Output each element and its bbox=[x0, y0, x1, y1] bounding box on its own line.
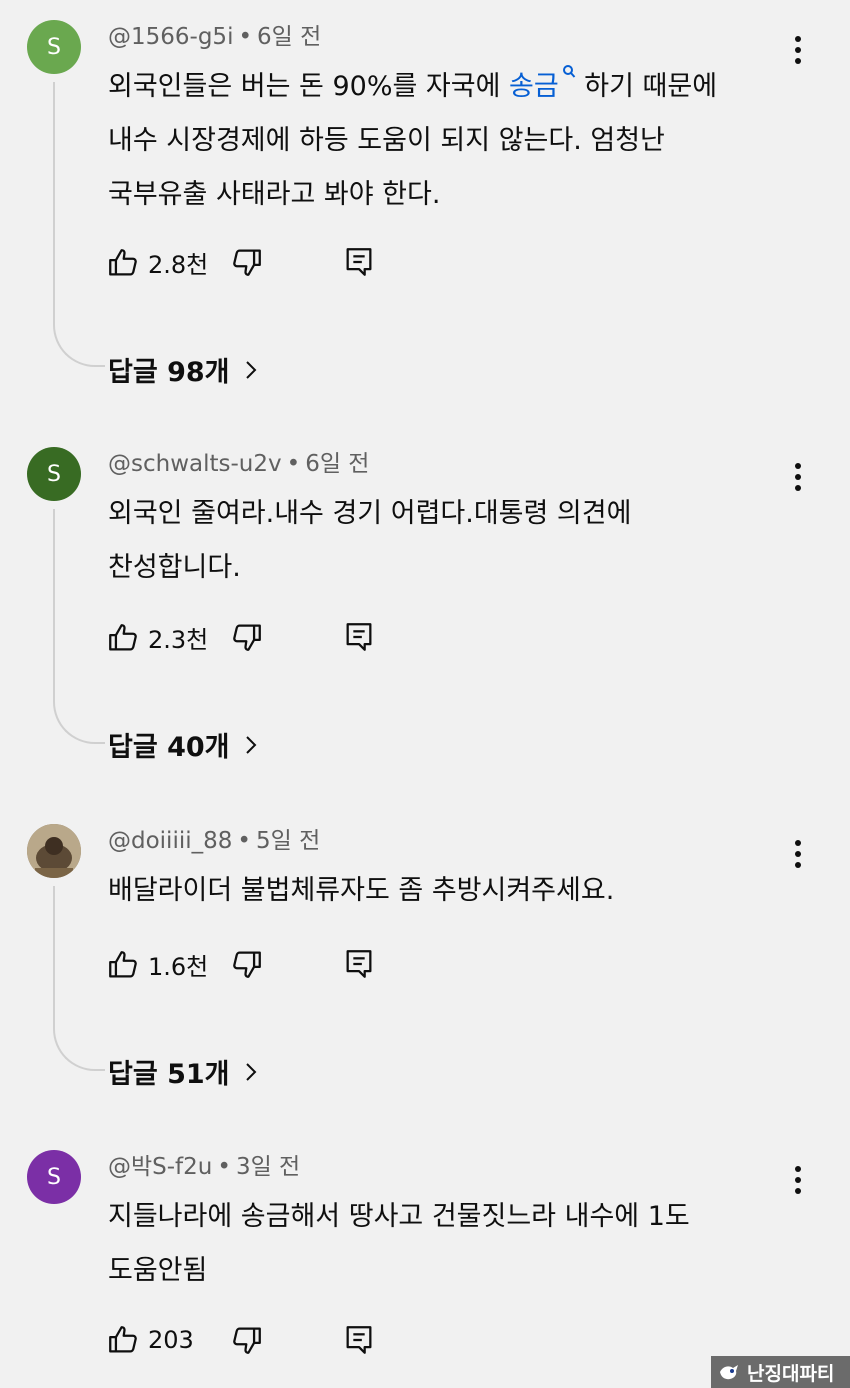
thumbs-up-icon bbox=[109, 950, 137, 977]
comment-text-line: 내수 시장경제에 하등 도움이 되지 않는다. 엄청난 bbox=[108, 125, 665, 156]
comment-time: 3일 전 bbox=[235, 1154, 301, 1180]
thumbs-down-icon bbox=[233, 249, 261, 276]
reply-comment-icon bbox=[346, 623, 372, 651]
comment-time: 6일 전 bbox=[257, 24, 322, 50]
replies-label: 답글 51개 bbox=[108, 1059, 230, 1090]
view-replies-button[interactable]: 답글 51개 bbox=[108, 1052, 258, 1091]
comment-meta: @1566-g5i • 6일 전 bbox=[108, 22, 321, 52]
like-button[interactable]: 2.8천 bbox=[106, 245, 208, 280]
comment-author[interactable]: @박S-f2u bbox=[108, 1154, 212, 1180]
thumbs-down-icon bbox=[233, 951, 261, 978]
comment-meta: @doiiiii_88 • 5일 전 bbox=[108, 826, 320, 856]
thread-line bbox=[53, 509, 105, 744]
comment-text-segment: 하기 때문에 bbox=[575, 71, 718, 102]
dislike-button[interactable] bbox=[230, 245, 264, 279]
avatar[interactable]: S bbox=[27, 20, 81, 74]
reply-comment-icon bbox=[346, 248, 372, 276]
reply-button[interactable] bbox=[342, 1323, 376, 1357]
reply-comment-icon bbox=[346, 950, 372, 978]
watermark: 난징대파티 bbox=[711, 1356, 850, 1388]
more-vert-icon bbox=[795, 1166, 801, 1172]
more-options-button[interactable] bbox=[784, 1160, 812, 1200]
thumbs-up-icon bbox=[109, 623, 137, 650]
comment-time: 5일 전 bbox=[255, 828, 321, 854]
more-options-button[interactable] bbox=[784, 30, 812, 70]
like-count: 2.8천 bbox=[148, 251, 209, 279]
comment-text-line: 국부유출 사태라고 봐야 한다. bbox=[108, 179, 441, 210]
more-vert-icon bbox=[795, 463, 801, 469]
comment-text-line: 도움안됨 bbox=[108, 1255, 208, 1286]
replies-label: 답글 40개 bbox=[108, 732, 230, 763]
replies-label: 답글 98개 bbox=[108, 357, 230, 388]
view-replies-button[interactable]: 답글 40개 bbox=[108, 725, 258, 764]
meta-separator: • bbox=[286, 451, 301, 477]
thumbs-up-icon bbox=[109, 1326, 137, 1353]
chevron-right-icon bbox=[245, 1062, 256, 1081]
search-icon[interactable] bbox=[562, 64, 576, 80]
meta-separator: • bbox=[238, 24, 253, 50]
more-options-button[interactable] bbox=[784, 834, 812, 874]
comment-text: 외국인들은 버는 돈 90%를 자국에 송금 하기 때문에 내수 시장경제에 하… bbox=[108, 60, 717, 222]
comment-text-line: 외국인 줄여라.내수 경기 어렵다.대통령 의견에 bbox=[108, 498, 632, 529]
comment-text: 배달라이더 불법체류자도 좀 추방시켜주세요. bbox=[108, 864, 614, 918]
comment-time: 6일 전 bbox=[305, 451, 370, 477]
dislike-button[interactable] bbox=[230, 947, 264, 981]
like-button[interactable]: 2.3천 bbox=[106, 620, 208, 655]
avatar-photo bbox=[27, 824, 81, 878]
reply-button[interactable] bbox=[342, 947, 376, 981]
like-button[interactable]: 203 bbox=[106, 1323, 194, 1357]
comment-text-line: 배달라이더 불법체류자도 좀 추방시켜주세요. bbox=[108, 875, 615, 906]
comment-author[interactable]: @schwalts-u2v bbox=[108, 451, 282, 477]
search-link[interactable]: 송금 bbox=[509, 71, 559, 102]
dislike-button[interactable] bbox=[230, 1323, 264, 1357]
thumbs-up-icon bbox=[109, 248, 137, 275]
more-vert-icon bbox=[795, 36, 801, 42]
comment-actions: 1.6천 bbox=[106, 947, 406, 987]
watermark-text: 난징대파티 bbox=[747, 1362, 835, 1385]
meta-separator: • bbox=[217, 1154, 231, 1180]
meta-separator: • bbox=[237, 828, 251, 854]
comment-actions: 2.8천 bbox=[106, 245, 406, 285]
comment-text-segment: 외국인들은 버는 돈 90%를 자국에 bbox=[108, 71, 510, 102]
avatar[interactable]: S bbox=[27, 447, 81, 501]
view-replies-button[interactable]: 답글 98개 bbox=[108, 350, 258, 389]
reply-comment-icon bbox=[346, 1326, 372, 1354]
comment-text-line: 찬성합니다. bbox=[108, 552, 241, 583]
comment-text-line: 지들나라에 송금해서 땅사고 건물짓느라 내수에 1도 bbox=[108, 1201, 690, 1232]
chevron-right-icon bbox=[245, 735, 256, 754]
dislike-button[interactable] bbox=[230, 620, 264, 654]
thumbs-down-icon bbox=[233, 1327, 261, 1354]
comment-actions: 203 bbox=[106, 1323, 406, 1363]
more-options-button[interactable] bbox=[784, 457, 812, 497]
like-button[interactable]: 1.6천 bbox=[106, 947, 208, 982]
chevron-right-icon bbox=[245, 360, 256, 379]
reply-button[interactable] bbox=[342, 245, 376, 279]
comment-author[interactable]: @1566-g5i bbox=[108, 24, 233, 50]
like-count: 203 bbox=[148, 1326, 194, 1354]
reply-button[interactable] bbox=[342, 620, 376, 654]
comment-actions: 2.3천 bbox=[106, 620, 406, 660]
thread-line bbox=[53, 886, 105, 1071]
comment-meta: @박S-f2u • 3일 전 bbox=[108, 1152, 300, 1182]
like-count: 2.3천 bbox=[148, 626, 209, 654]
thread-line bbox=[53, 82, 105, 367]
avatar[interactable] bbox=[27, 824, 81, 878]
thumbs-down-icon bbox=[233, 624, 261, 651]
like-count: 1.6천 bbox=[148, 953, 209, 981]
comment-author[interactable]: @doiiiii_88 bbox=[108, 828, 232, 854]
watermark-logo-icon bbox=[720, 1365, 738, 1380]
avatar[interactable]: S bbox=[27, 1150, 81, 1204]
comment-meta: @schwalts-u2v • 6일 전 bbox=[108, 449, 369, 479]
comment-text: 외국인 줄여라.내수 경기 어렵다.대통령 의견에 찬성합니다. bbox=[108, 487, 631, 595]
more-vert-icon bbox=[795, 840, 801, 846]
comment-text: 지들나라에 송금해서 땅사고 건물짓느라 내수에 1도 도움안됨 bbox=[108, 1190, 690, 1298]
